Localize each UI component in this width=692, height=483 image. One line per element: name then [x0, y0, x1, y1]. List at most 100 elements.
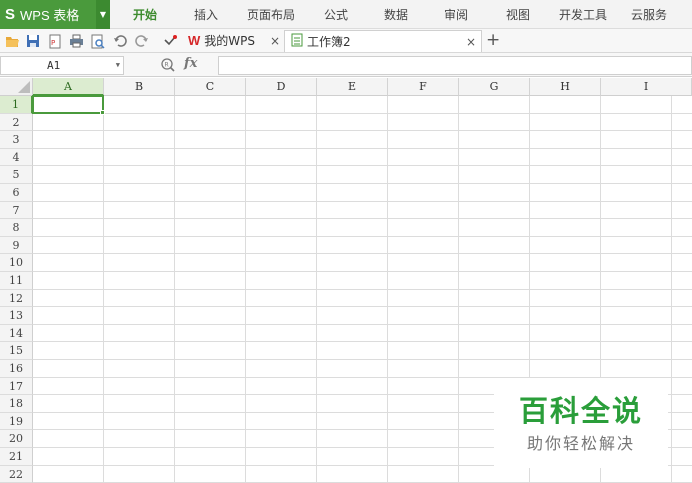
row-gridline — [33, 218, 692, 220]
watermark-subtitle: 助你轻松解决 — [526, 434, 635, 453]
row-header-21[interactable]: 21 — [0, 448, 33, 466]
menu-data[interactable]: 数据 — [374, 0, 418, 29]
quick-access-toolbar: P W 我的WPS × 工作簿2 × + — [0, 29, 692, 53]
customize-toolbar-icon[interactable] — [162, 33, 178, 49]
svg-text:P: P — [51, 39, 55, 47]
row-header-3[interactable]: 3 — [0, 131, 33, 149]
row-header-9[interactable]: 9 — [0, 236, 33, 255]
row-gridline — [33, 183, 692, 184]
row-header-10[interactable]: 10 — [0, 254, 33, 272]
row-header-20[interactable]: 20 — [0, 430, 33, 448]
zoom-formula-icon[interactable]: R — [160, 57, 176, 73]
row-gridline — [33, 288, 692, 290]
fill-handle[interactable] — [100, 109, 105, 115]
menu-developer-tools[interactable]: 开发工具 — [552, 0, 614, 29]
column-header-h[interactable]: H — [530, 78, 601, 96]
row-gridline — [33, 235, 692, 237]
undo-icon[interactable] — [112, 33, 128, 49]
column-gridline — [458, 96, 459, 482]
formula-bar: A1 ▼ — [0, 53, 692, 77]
row-gridline — [33, 200, 692, 202]
row-header-11[interactable]: 11 — [0, 272, 33, 290]
row-header-16[interactable]: 16 — [0, 360, 33, 378]
column-gridline — [316, 96, 317, 482]
export-pdf-icon[interactable]: P — [47, 33, 63, 49]
row-gridline — [33, 130, 692, 132]
wps-logo-icon: S — [5, 6, 16, 23]
print-icon[interactable] — [68, 33, 84, 49]
column-header-b[interactable]: B — [104, 78, 175, 96]
formula-input[interactable] — [218, 56, 692, 75]
tab-workbook[interactable]: 工作簿2 × — [284, 30, 482, 52]
chevron-down-icon[interactable]: ▼ — [116, 57, 120, 74]
save-icon[interactable] — [25, 33, 41, 49]
column-header-c[interactable]: C — [175, 78, 246, 96]
row-header-17[interactable]: 17 — [0, 377, 33, 396]
tab-my-wps[interactable]: W 我的WPS × — [182, 30, 284, 52]
row-header-15[interactable]: 15 — [0, 342, 33, 360]
row-gridline — [33, 112, 692, 114]
menu-bar: S WPS 表格 ▼ 开始 插入 页面布局 公式 数据 审阅 视图 开发工具 云… — [0, 0, 692, 29]
tab-label: 工作簿2 — [307, 35, 351, 49]
row-header-1[interactable]: 1 — [0, 96, 33, 114]
column-header-g[interactable]: G — [459, 78, 530, 96]
column-gridline — [387, 96, 388, 482]
column-gridline — [174, 96, 175, 482]
row-gridline — [33, 323, 692, 325]
name-box[interactable]: A1 ▼ — [0, 56, 124, 75]
watermark-title: 百科全说 — [518, 394, 643, 428]
row-gridline — [33, 147, 692, 149]
row-header-5[interactable]: 5 — [0, 166, 33, 184]
row-gridline — [33, 359, 692, 360]
menu-home[interactable]: 开始 — [122, 0, 168, 29]
row-header-7[interactable]: 7 — [0, 201, 33, 220]
print-preview-icon[interactable] — [90, 33, 106, 49]
menu-page-layout[interactable]: 页面布局 — [240, 0, 302, 29]
row-gridline — [33, 306, 692, 308]
row-header-18[interactable]: 18 — [0, 395, 33, 413]
insert-function-button[interactable]: fx — [184, 56, 197, 71]
wps-logo-icon: W — [188, 33, 201, 48]
name-box-value: A1 — [47, 59, 61, 72]
row-header-14[interactable]: 14 — [0, 324, 33, 343]
redo-icon[interactable] — [134, 33, 150, 49]
spreadsheet-doc-icon — [291, 32, 303, 54]
row-gridline — [33, 253, 692, 255]
watermark: 百科全说 助你轻松解决 — [494, 378, 668, 468]
menu-formula[interactable]: 公式 — [314, 0, 358, 29]
row-gridline — [33, 341, 692, 343]
open-folder-icon[interactable] — [4, 33, 20, 49]
app-title: WPS 表格 — [20, 8, 80, 23]
close-icon[interactable]: × — [466, 31, 476, 53]
row-header-22[interactable]: 22 — [0, 465, 33, 483]
row-header-2[interactable]: 2 — [0, 113, 33, 132]
app-menu-button[interactable]: S WPS 表格 — [0, 0, 96, 29]
column-gridline — [103, 96, 104, 482]
row-header-12[interactable]: 12 — [0, 289, 33, 308]
tab-label: 我的WPS — [204, 34, 256, 48]
column-gridline — [245, 96, 246, 482]
row-header-19[interactable]: 19 — [0, 412, 33, 431]
menu-insert[interactable]: 插入 — [184, 0, 228, 29]
row-header-4[interactable]: 4 — [0, 148, 33, 167]
column-header-d[interactable]: D — [246, 78, 317, 96]
new-tab-button[interactable]: + — [486, 29, 500, 51]
svg-text:R: R — [165, 62, 169, 69]
row-header-6[interactable]: 6 — [0, 184, 33, 202]
menu-review[interactable]: 审阅 — [434, 0, 478, 29]
column-header-e[interactable]: E — [317, 78, 388, 96]
row-header-13[interactable]: 13 — [0, 307, 33, 325]
column-header-f[interactable]: F — [388, 78, 459, 96]
column-header-a[interactable]: A — [33, 78, 104, 96]
column-header-i[interactable]: I — [601, 78, 692, 96]
select-all-corner[interactable] — [0, 78, 33, 96]
menu-view[interactable]: 视图 — [496, 0, 540, 29]
row-gridline — [33, 271, 692, 272]
column-gridline — [671, 96, 672, 482]
close-icon[interactable]: × — [270, 30, 280, 52]
row-gridline — [33, 165, 692, 167]
active-cell-a1[interactable] — [32, 95, 104, 114]
menu-cloud-service[interactable]: 云服务 — [624, 0, 674, 29]
app-dropdown-icon[interactable]: ▼ — [96, 0, 110, 29]
row-header-8[interactable]: 8 — [0, 219, 33, 237]
